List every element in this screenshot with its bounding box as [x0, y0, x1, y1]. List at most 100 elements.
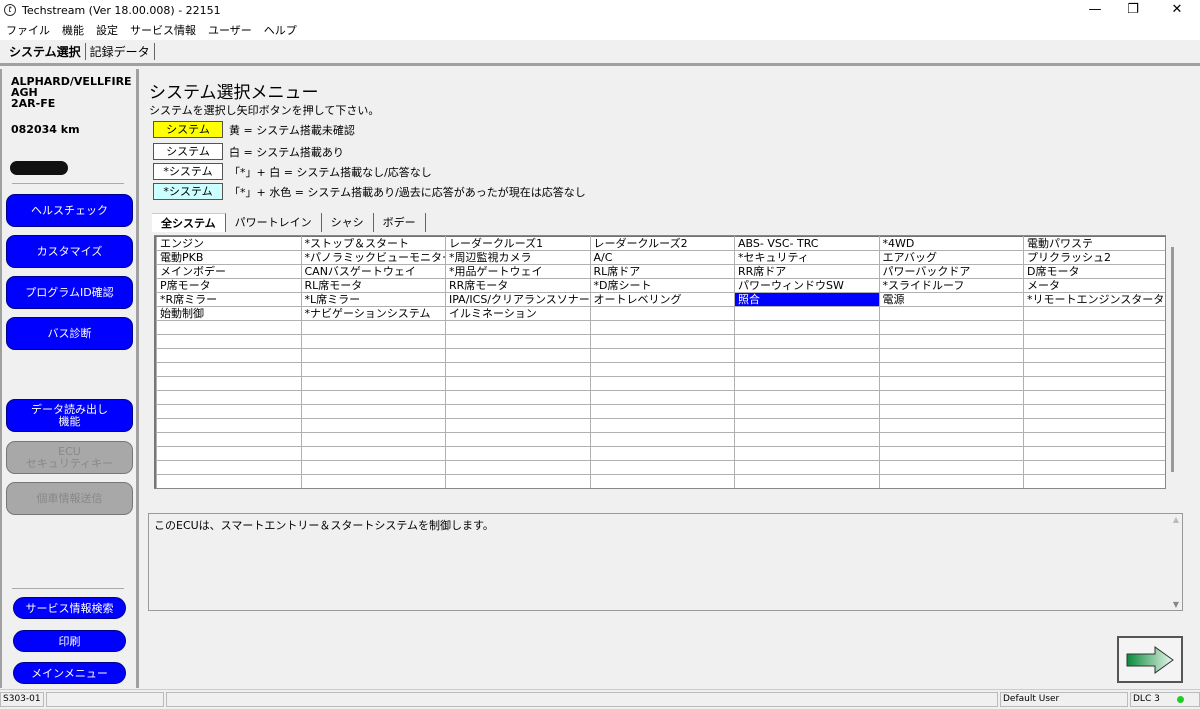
system-cell[interactable]: RL席ドア — [589, 264, 735, 279]
system-cell[interactable]: レーダークルーズ1 — [445, 236, 591, 251]
system-cell[interactable] — [878, 446, 1024, 461]
system-cell[interactable]: プリクラッシュ2 — [1023, 250, 1165, 265]
system-cell[interactable] — [878, 404, 1024, 419]
menu-user[interactable]: ユーザー — [208, 22, 252, 38]
scroll-up-icon[interactable]: ▲ — [1173, 515, 1179, 524]
menu-help[interactable]: ヘルプ — [264, 22, 297, 38]
system-cell[interactable] — [300, 348, 446, 363]
system-cell[interactable]: *セキュリティ — [734, 250, 880, 265]
system-cell[interactable] — [445, 362, 591, 377]
system-cell[interactable] — [589, 390, 735, 405]
system-cell[interactable] — [1023, 418, 1165, 433]
system-cell[interactable] — [445, 460, 591, 475]
tab-powertrain[interactable]: パワートレイン — [226, 213, 322, 232]
system-cell[interactable]: 電源 — [878, 292, 1024, 307]
system-cell[interactable] — [300, 390, 446, 405]
system-cell[interactable] — [1023, 306, 1165, 321]
vehicle-info-send-button[interactable]: 個車情報送信 — [6, 482, 133, 515]
system-cell[interactable] — [1023, 348, 1165, 363]
system-cell[interactable] — [878, 418, 1024, 433]
system-cell[interactable] — [878, 348, 1024, 363]
system-cell[interactable] — [300, 474, 446, 488]
system-cell[interactable] — [445, 390, 591, 405]
customize-button[interactable]: カスタマイズ — [6, 235, 133, 268]
system-cell[interactable] — [878, 460, 1024, 475]
menu-function[interactable]: 機能 — [62, 22, 84, 38]
system-cell[interactable]: A/C — [589, 250, 735, 265]
system-cell[interactable] — [734, 404, 880, 419]
system-cell[interactable]: 電動パワステ — [1023, 236, 1165, 251]
system-cell[interactable] — [300, 432, 446, 447]
system-cell[interactable] — [734, 320, 880, 335]
system-cell[interactable] — [589, 460, 735, 475]
system-cell[interactable] — [445, 418, 591, 433]
menu-service-info[interactable]: サービス情報 — [130, 22, 196, 38]
system-cell[interactable] — [300, 418, 446, 433]
system-cell[interactable] — [1023, 334, 1165, 349]
system-cell[interactable]: *4WD — [878, 236, 1024, 251]
grid-scrollbar[interactable] — [1166, 235, 1182, 489]
system-cell[interactable] — [300, 404, 446, 419]
system-cell[interactable] — [156, 376, 302, 391]
system-cell[interactable] — [1023, 446, 1165, 461]
system-cell[interactable] — [1023, 474, 1165, 488]
system-cell[interactable] — [878, 334, 1024, 349]
system-cell[interactable]: D席モータ — [1023, 264, 1165, 279]
system-cell[interactable]: レーダークルーズ2 — [589, 236, 735, 251]
system-cell[interactable] — [734, 418, 880, 433]
data-readout-button[interactable]: データ読み出し 機能 — [6, 399, 133, 432]
system-cell[interactable]: パワーウィンドウSW — [734, 278, 880, 293]
system-cell[interactable] — [156, 446, 302, 461]
system-cell[interactable]: *L席ミラー — [300, 292, 446, 307]
system-cell[interactable]: ABS- VSC- TRC — [734, 236, 880, 251]
system-cell[interactable]: メータ — [1023, 278, 1165, 293]
system-cell[interactable] — [1023, 390, 1165, 405]
system-cell[interactable] — [734, 432, 880, 447]
system-cell[interactable] — [589, 474, 735, 488]
system-cell[interactable]: IPA/ICS/クリアランスソナー — [445, 292, 591, 307]
system-cell[interactable]: P席モータ — [156, 278, 302, 293]
system-cell[interactable]: 電動PKB — [156, 250, 302, 265]
system-cell[interactable]: パワーバックドア — [878, 264, 1024, 279]
system-cell[interactable] — [300, 446, 446, 461]
system-cell[interactable] — [589, 376, 735, 391]
system-cell[interactable]: *ストップ＆スタート — [300, 236, 446, 251]
health-check-button[interactable]: ヘルスチェック — [6, 194, 133, 227]
system-cell[interactable]: メインボデー — [156, 264, 302, 279]
system-cell[interactable] — [156, 460, 302, 475]
system-cell[interactable] — [1023, 362, 1165, 377]
system-cell[interactable] — [589, 446, 735, 461]
program-id-button[interactable]: プログラムID確認 — [6, 276, 133, 309]
tab-recorded-data[interactable]: 記録データ — [86, 43, 155, 60]
system-cell[interactable] — [878, 376, 1024, 391]
system-cell[interactable] — [445, 446, 591, 461]
system-cell[interactable] — [1023, 320, 1165, 335]
close-button[interactable]: ✕ — [1157, 0, 1197, 20]
scroll-down-icon[interactable]: ▼ — [1173, 600, 1179, 609]
menu-settings[interactable]: 設定 — [96, 22, 118, 38]
system-cell[interactable] — [300, 362, 446, 377]
system-cell[interactable] — [445, 348, 591, 363]
system-cell[interactable] — [878, 320, 1024, 335]
system-cell[interactable] — [1023, 432, 1165, 447]
system-cell[interactable]: 始動制御 — [156, 306, 302, 321]
system-cell[interactable] — [589, 404, 735, 419]
system-cell[interactable]: 照合 — [734, 292, 880, 307]
system-cell[interactable] — [734, 376, 880, 391]
system-cell[interactable] — [878, 432, 1024, 447]
minimize-button[interactable]: — — [1075, 0, 1115, 20]
system-cell[interactable] — [589, 306, 735, 321]
system-cell[interactable] — [734, 334, 880, 349]
system-cell[interactable] — [156, 334, 302, 349]
system-cell[interactable] — [300, 376, 446, 391]
system-cell[interactable] — [878, 390, 1024, 405]
next-arrow-button[interactable] — [1117, 636, 1183, 683]
system-cell[interactable]: *用品ゲートウェイ — [445, 264, 591, 279]
system-cell[interactable]: *ナビゲーションシステム — [300, 306, 446, 321]
system-cell[interactable] — [156, 418, 302, 433]
system-cell[interactable] — [589, 362, 735, 377]
system-cell[interactable] — [734, 446, 880, 461]
system-cell[interactable] — [156, 362, 302, 377]
system-cell[interactable] — [300, 460, 446, 475]
system-cell[interactable] — [734, 348, 880, 363]
